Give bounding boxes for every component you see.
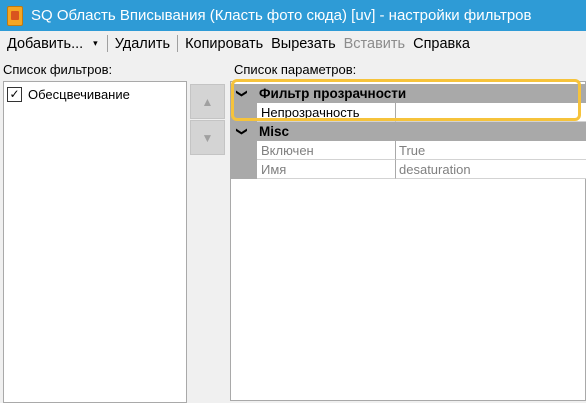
property-value[interactable]: True (396, 141, 586, 160)
property-row[interactable]: Непрозрачность (231, 103, 586, 122)
filter-list-label: Список фильтров: (3, 62, 113, 77)
arrow-up-icon: ▲ (201, 94, 214, 109)
category-name: Misc (259, 124, 290, 139)
menu-bar: Добавить... ▾ Удалить Копировать Вырезат… (0, 31, 586, 56)
category-row[interactable]: ❯ Misc (231, 122, 586, 141)
category-row[interactable]: ❯ Фильтр прозрачности (231, 84, 586, 103)
chevron-down-icon[interactable]: ❯ (236, 83, 249, 105)
menu-cut[interactable]: Вырезать (267, 36, 340, 52)
row-margin (231, 141, 257, 160)
row-margin (231, 160, 257, 179)
property-row[interactable]: Включен True (231, 141, 586, 160)
list-item[interactable]: ✓ Обесцвечивание (7, 85, 130, 104)
title-bar: SQ Область Вписывания (Класть фото сюда)… (0, 0, 586, 31)
property-row[interactable]: Имя desaturation (231, 160, 586, 179)
arrow-down-icon: ▼ (201, 130, 214, 145)
chevron-down-icon[interactable]: ▾ (93, 38, 98, 49)
window-title: SQ Область Вписывания (Класть фото сюда)… (31, 7, 532, 24)
param-list-label: Список параметров: (234, 62, 357, 77)
property-name: Включен (257, 141, 396, 160)
filter-checkbox[interactable]: ✓ (7, 87, 22, 102)
property-value[interactable] (396, 103, 586, 122)
menu-copy[interactable]: Копировать (181, 36, 267, 52)
menu-help[interactable]: Справка (409, 36, 474, 52)
menu-separator (106, 35, 108, 52)
filter-item-label: Обесцвечивание (28, 87, 130, 102)
app-icon (7, 5, 23, 26)
move-up-button[interactable]: ▲ (190, 84, 225, 119)
menu-delete[interactable]: Удалить (111, 36, 174, 52)
property-name: Непрозрачность (257, 103, 396, 122)
property-grid[interactable]: ❯ Фильтр прозрачности Непрозрачность ❯ M… (230, 81, 586, 401)
category-name: Фильтр прозрачности (259, 86, 407, 101)
menu-separator (177, 35, 179, 52)
property-value[interactable]: desaturation (396, 160, 586, 179)
property-name: Имя (257, 160, 396, 179)
move-down-button[interactable]: ▼ (190, 120, 225, 155)
row-margin (231, 103, 257, 122)
menu-add[interactable]: Добавить... (3, 36, 87, 52)
menu-paste: Вставить (343, 35, 406, 52)
chevron-down-icon[interactable]: ❯ (236, 121, 249, 143)
filter-list[interactable]: ✓ Обесцвечивание (3, 81, 187, 403)
